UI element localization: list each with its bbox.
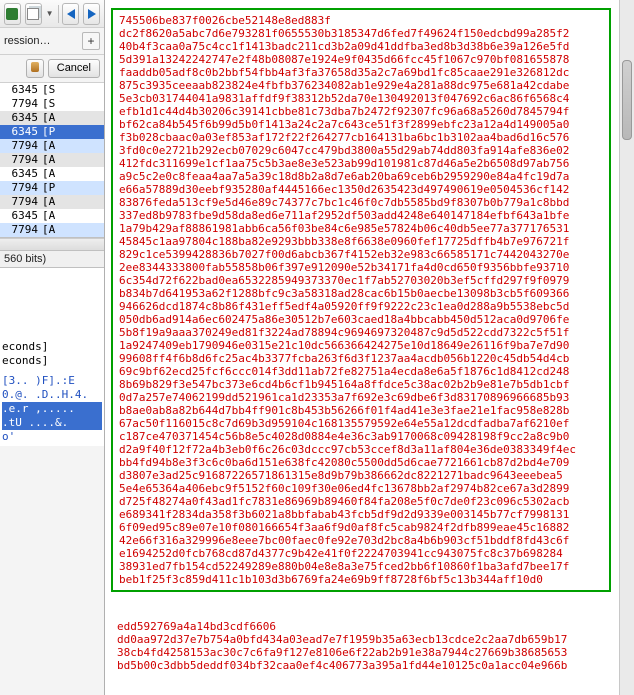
detail-line: econds] [2, 354, 102, 368]
packet-row[interactable]: 7794[P [0, 181, 104, 195]
toolbar: ▼ [0, 0, 104, 28]
ascii-line[interactable]: .e.r ,..... [2, 402, 102, 416]
packet-row[interactable]: 6345[A [0, 209, 104, 223]
filter-row: ression… + [0, 28, 104, 55]
packet-row[interactable]: 7794[A [0, 153, 104, 167]
hex-ascii-pane[interactable]: [3.. )F].:E0.@. .D..H.4..e.r ,......tU .… [0, 372, 104, 446]
save-button[interactable] [4, 3, 21, 25]
toolbar-separator [58, 5, 59, 23]
ascii-line[interactable]: [3.. )F].:E [2, 374, 102, 388]
plus-icon: + [87, 34, 94, 48]
packet-row[interactable]: 7794[A [0, 223, 104, 237]
hex-dump-below[interactable]: edd592769a4a14bd3cdf6606 dd0aa972d37e7b7… [111, 616, 611, 676]
copy-button[interactable] [25, 3, 42, 25]
hex-dump-boxed[interactable]: 745506be837f0026cbe52148e8ed883f dc2f862… [111, 8, 611, 592]
status-bits: 560 bits) [0, 250, 104, 268]
chevron-down-icon: ▼ [46, 9, 54, 18]
buttons-row: Cancel [0, 55, 104, 83]
arrow-right-icon [88, 9, 96, 19]
packet-row[interactable]: 7794[A [0, 195, 104, 209]
packet-row[interactable]: 6345[A [0, 167, 104, 181]
save-icon [6, 8, 18, 20]
cancel-button[interactable]: Cancel [48, 59, 100, 78]
right-pane: 745506be837f0026cbe52148e8ed883f dc2f862… [105, 0, 634, 695]
packet-list-hscroll[interactable] [0, 238, 104, 250]
back-button[interactable] [62, 3, 79, 25]
ascii-line[interactable]: o' [2, 430, 102, 444]
detail-pane[interactable]: econds]econds] [0, 268, 104, 372]
hex-gap [111, 600, 611, 608]
detail-line: econds] [2, 340, 102, 354]
packet-row[interactable]: 6345[S [0, 83, 104, 97]
ascii-line[interactable]: 0.@. .D..H.4. [2, 388, 102, 402]
packet-list[interactable]: 6345[S7794[S6345[A6345[P7794[A7794[A6345… [0, 83, 104, 238]
small-gold-button[interactable] [26, 59, 44, 78]
arrow-left-icon [67, 9, 75, 19]
doc-stack-icon [27, 8, 39, 20]
filter-label: ression… [4, 35, 78, 47]
forward-button[interactable] [83, 3, 100, 25]
packet-row[interactable]: 6345[P [0, 125, 104, 139]
scrollbar-thumb[interactable] [622, 60, 632, 140]
packet-row[interactable]: 7794[A [0, 139, 104, 153]
packet-row[interactable]: 7794[S [0, 97, 104, 111]
left-pane: ▼ ression… + Cancel 6345[S7794[S6345[A63… [0, 0, 105, 695]
packet-row[interactable]: 6345[A [0, 111, 104, 125]
filter-add-button[interactable]: + [82, 32, 100, 50]
cylinder-icon [31, 62, 39, 72]
ascii-line[interactable]: .tU ....&. [2, 416, 102, 430]
